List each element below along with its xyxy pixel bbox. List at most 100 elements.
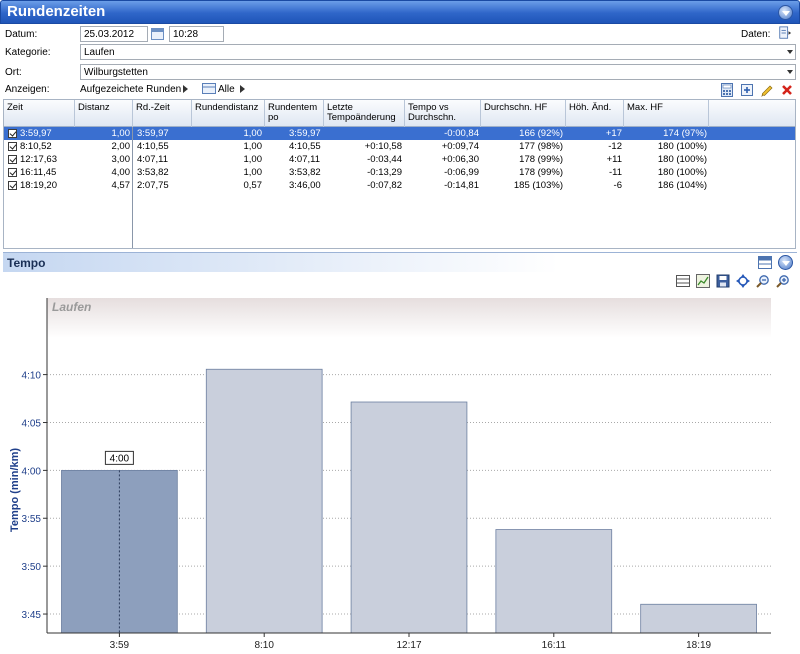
col-tempo-vs-durchschn[interactable]: Tempo vs Durchschn. bbox=[405, 100, 481, 127]
table-row[interactable]: 12:17,63 3,00 4:07,11 1,00 4:07,11 -0:03,44 +0… bbox=[4, 153, 795, 166]
bar-12:17[interactable] bbox=[350, 401, 468, 634]
cell-maxhf: 180 (100%) bbox=[657, 167, 707, 178]
value-callout: 4:00 bbox=[104, 450, 134, 465]
cell-tempovs: +0:09,74 bbox=[441, 141, 479, 152]
chevron-right-icon[interactable] bbox=[240, 85, 246, 93]
col-distanz[interactable]: Distanz bbox=[75, 100, 133, 127]
zoom-out-icon[interactable] bbox=[756, 274, 770, 288]
anzeigen-label: Anzeigen: bbox=[5, 84, 50, 95]
zoom-in-icon[interactable] bbox=[776, 274, 790, 288]
y-tick-label: 4:00 bbox=[22, 466, 42, 477]
collapse-icon[interactable] bbox=[778, 255, 793, 270]
row-checkbox[interactable] bbox=[8, 181, 17, 190]
delete-icon[interactable] bbox=[780, 83, 794, 97]
x-tick-label: 12:17 bbox=[396, 640, 421, 651]
insert-icon[interactable] bbox=[740, 83, 754, 97]
x-tick-label: 8:10 bbox=[254, 640, 274, 651]
cell-letzte: -0:13,29 bbox=[367, 167, 402, 178]
cell-letzte: +0:10,58 bbox=[364, 141, 402, 152]
col-letzte-tempoaenderung[interactable]: Letzte Tempoänderung bbox=[324, 100, 405, 127]
tempo-panel-header: Tempo bbox=[3, 252, 797, 272]
cell-rundentempo: 4:07,11 bbox=[289, 154, 320, 165]
ort-dropdown[interactable]: Wilburgstetten bbox=[80, 64, 796, 80]
col-max-hf[interactable]: Max. HF bbox=[624, 100, 709, 127]
collapse-icon[interactable] bbox=[778, 5, 793, 20]
filter-dropdown[interactable]: Alle bbox=[218, 84, 235, 95]
cell-rundentempo: 3:46,00 bbox=[289, 180, 321, 191]
cell-hoeh: -6 bbox=[613, 180, 622, 191]
y-axis-label: Tempo (min/km) bbox=[9, 448, 21, 532]
x-tick-label: 3:59 bbox=[110, 640, 130, 651]
cell-zeit: 12:17,63 bbox=[20, 154, 57, 165]
cell-zeit: 8:10,52 bbox=[20, 141, 52, 152]
table-row[interactable]: 3:59,97 1,00 3:59,97 1,00 3:59,97 -0:00,84 166… bbox=[4, 127, 795, 140]
table-row[interactable]: 8:10,52 2,00 4:10,55 1,00 4:10,55 +0:10,58 +0:… bbox=[4, 140, 795, 153]
cell-rundendistanz: 0,57 bbox=[243, 180, 263, 191]
cell-letzte bbox=[324, 127, 402, 140]
column-divider bbox=[132, 127, 133, 248]
cell-distanz: 4,57 bbox=[111, 180, 131, 191]
calendar-icon[interactable] bbox=[151, 28, 164, 40]
x-tick-label: 16:11 bbox=[542, 640, 567, 651]
callout-label: 4:00 bbox=[110, 453, 130, 464]
x-tick-label: 18:19 bbox=[686, 640, 711, 651]
time-field[interactable]: 10:28 bbox=[169, 26, 224, 42]
row-checkbox[interactable] bbox=[8, 142, 17, 151]
col-durchschn-hf[interactable]: Durchschn. HF bbox=[481, 100, 566, 127]
kategorie-value: Laufen bbox=[84, 47, 115, 58]
data-menu-icon[interactable] bbox=[778, 26, 792, 40]
col-rdzeit[interactable]: Rd.-Zeit bbox=[133, 100, 192, 127]
row-checkbox[interactable] bbox=[8, 168, 17, 177]
table-row[interactable]: 18:19,20 4,57 2:07,75 0,57 3:46,00 -0:07,82 -0… bbox=[4, 179, 795, 192]
bar-8:10[interactable] bbox=[205, 368, 323, 634]
col-rundendistanz[interactable]: Rundendistanz bbox=[192, 100, 265, 127]
anzeigen-dropdown[interactable]: Aufgezeichete Runden bbox=[80, 84, 181, 95]
panel-title: Tempo bbox=[7, 256, 46, 270]
cell-rundendistanz: 1,00 bbox=[243, 141, 263, 152]
list-view-icon[interactable] bbox=[676, 274, 690, 288]
col-zeit[interactable]: Zeit bbox=[4, 100, 75, 127]
row-checkbox[interactable] bbox=[8, 155, 17, 164]
kategorie-dropdown[interactable]: Laufen bbox=[80, 44, 796, 60]
cell-distanz: 1,00 bbox=[111, 128, 131, 139]
cell-hf: 185 (103%) bbox=[513, 180, 563, 191]
date-field[interactable]: 25.03.2012 bbox=[80, 26, 148, 42]
kategorie-label: Kategorie: bbox=[5, 47, 51, 58]
chevron-down-icon bbox=[787, 70, 793, 74]
cell-hf: 178 (99%) bbox=[519, 167, 563, 178]
datum-label: Datum: bbox=[5, 29, 38, 40]
y-tick-label: 4:10 bbox=[22, 371, 42, 382]
cell-rundendistanz: 1,00 bbox=[243, 154, 263, 165]
y-tick-label: 3:45 bbox=[22, 610, 42, 621]
chevron-right-icon[interactable] bbox=[183, 85, 189, 93]
cell-hf: 178 (99%) bbox=[519, 154, 563, 165]
col-rundentempo[interactable]: Rundentem po bbox=[265, 100, 324, 127]
pencil-icon[interactable] bbox=[760, 83, 774, 97]
ort-value: Wilburgstetten bbox=[84, 67, 148, 78]
cell-rdzeit: 3:53,82 bbox=[137, 167, 169, 178]
ort-label: Ort: bbox=[5, 67, 22, 78]
layout-icon[interactable] bbox=[758, 256, 772, 269]
table-icon bbox=[202, 83, 216, 94]
cell-tempovs: -0:00,84 bbox=[444, 128, 479, 139]
fit-icon[interactable] bbox=[736, 274, 750, 288]
cell-distanz: 2,00 bbox=[111, 141, 131, 152]
table-row[interactable]: 16:11,45 4,00 3:53,82 1,00 3:53,82 -0:13,29 -0… bbox=[4, 166, 795, 179]
row-checkbox[interactable] bbox=[8, 129, 17, 138]
save-icon[interactable] bbox=[716, 274, 730, 288]
cell-letzte: -0:07,82 bbox=[367, 180, 402, 191]
cell-tempovs: +0:06,30 bbox=[441, 154, 479, 165]
chart-icon[interactable] bbox=[696, 274, 710, 288]
bar-18:19[interactable] bbox=[640, 603, 757, 634]
cell-hf: 166 (92%) bbox=[519, 128, 563, 139]
window-title: Rundenzeiten bbox=[7, 3, 106, 20]
cell-rundendistanz: 1,00 bbox=[243, 128, 263, 139]
cell-distanz: 4,00 bbox=[111, 167, 131, 178]
calculator-icon[interactable] bbox=[720, 83, 734, 97]
col-hoeh-aend[interactable]: Höh. Änd. bbox=[566, 100, 624, 127]
tempo-chart: 4:00 3:45 3:50 3:55 4:00 4:05 4:10 3:59 8:10 12:… bbox=[9, 298, 771, 651]
cell-hoeh: +17 bbox=[605, 128, 622, 139]
chart-title: Laufen bbox=[52, 300, 91, 314]
cell-maxhf: 180 (100%) bbox=[657, 154, 707, 165]
bar-16:11[interactable] bbox=[495, 529, 613, 634]
